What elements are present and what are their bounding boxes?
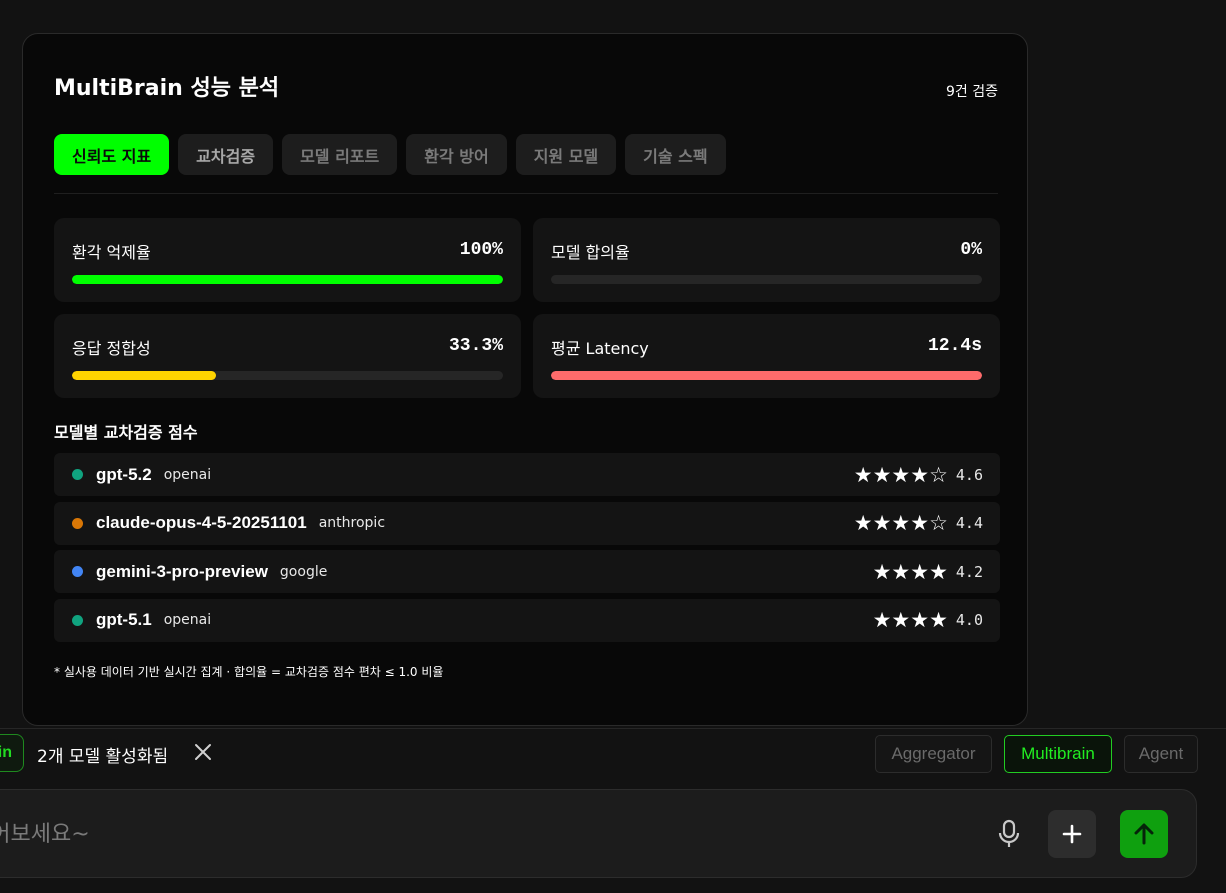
performance-panel: MultiBrain 성능 분석 9건 검증 신뢰도 지표 교차검증 모델 리포… [22, 33, 1028, 726]
metric-value: 100% [459, 240, 503, 260]
metric-card: 응답 정합성 33.3% [54, 314, 521, 398]
model-row: claude-opus-4-5-20251101 anthropic ★★★★☆… [54, 501, 1000, 545]
metric-bar-track [551, 275, 982, 284]
vendor-dot-icon [72, 566, 83, 577]
metric-value: 0% [960, 240, 982, 260]
panel-title: MultiBrain 성능 분석 [54, 76, 280, 101]
chat-composer [0, 789, 1197, 878]
plus-icon[interactable] [1048, 810, 1096, 858]
star-rating-icon: ★★★★ [872, 559, 948, 584]
footnote: * 실사용 데이터 기반 실시간 집계 · 합의율 = 교차검증 점수 편차 ≤… [54, 665, 444, 679]
vendor-dot-icon [72, 517, 83, 529]
metric-card: 모델 합의율 0% [533, 218, 1000, 302]
mode-multibrain-button[interactable]: Multibrain [1004, 735, 1112, 773]
mode-aggregator-button[interactable]: Aggregator [875, 735, 992, 773]
score-value: 4.2 [955, 562, 983, 581]
model-row: gpt-5.1 openai ★★★★ 4.0 [54, 598, 1000, 642]
model-name: gemini-3-pro-preview [96, 561, 268, 581]
metric-bar-track [72, 371, 503, 380]
metric-card: 평균 Latency 12.4s [533, 314, 1000, 398]
metric-bar-track [551, 371, 982, 380]
tab-model-report[interactable]: 모델 리포트 [282, 134, 398, 175]
model-name: gpt-5.1 [96, 610, 152, 629]
star-rating-icon: ★★★★ [872, 608, 948, 632]
tab-supported-models[interactable]: 지원 모델 [515, 134, 617, 175]
model-score: ★★★★ 4.0 [873, 599, 983, 642]
metric-label: 모델 합의율 [551, 243, 630, 262]
model-name: gpt-5.2 [96, 464, 152, 484]
bottom-divider [0, 728, 1226, 729]
close-icon[interactable] [193, 740, 213, 764]
tab-reliability[interactable]: 신뢰도 지표 [54, 134, 170, 175]
metric-bar-fill [551, 371, 982, 380]
tabs-divider [54, 193, 998, 194]
model-vendor: google [279, 563, 328, 580]
metric-label: 환각 억제율 [72, 243, 151, 262]
model-score: ★★★★☆ 4.4 [854, 502, 983, 545]
metric-bar-fill [72, 371, 216, 380]
model-score-list: gpt-5.2 openai ★★★★☆ 4.6 claude-opus-4-5… [54, 453, 1000, 647]
metric-value: 12.4s [927, 336, 982, 356]
model-name: claude-opus-4-5-20251101 [96, 513, 307, 532]
model-vendor: openai [163, 612, 212, 628]
score-value: 4.6 [955, 465, 983, 484]
models-section-title: 모델별 교차검증 점수 [54, 423, 198, 442]
metric-label: 응답 정합성 [72, 339, 151, 358]
model-row: gemini-3-pro-preview google ★★★★ 4.2 [54, 550, 1000, 593]
model-vendor: anthropic [318, 515, 386, 531]
verification-count: 9건 검증 [946, 84, 998, 100]
model-row: gpt-5.2 openai ★★★★☆ 4.6 [54, 453, 1000, 496]
metric-bar-fill [72, 275, 503, 284]
vendor-dot-icon [72, 614, 83, 626]
tab-cross-validation[interactable]: 교차검증 [178, 134, 274, 175]
metric-card: 환각 억제율 100% [54, 218, 521, 302]
chat-input[interactable] [0, 812, 871, 856]
active-models-status: 2개 모델 활성화됨 [37, 747, 169, 767]
microphone-icon[interactable] [991, 814, 1027, 854]
score-value: 4.4 [955, 514, 983, 532]
model-score: ★★★★ 4.2 [873, 550, 983, 593]
arrow-up-icon[interactable] [1120, 810, 1168, 858]
metric-label: 평균 Latency [551, 339, 649, 358]
tab-hallucination-defense[interactable]: 환각 방어 [406, 134, 507, 175]
metric-value: 33.3% [448, 336, 503, 356]
score-value: 4.0 [955, 611, 983, 629]
star-rating-icon: ★★★★☆ [853, 511, 948, 535]
star-rating-icon: ★★★★☆ [853, 462, 948, 487]
panel-tabs: 신뢰도 지표 교차검증 모델 리포트 환각 방어 지원 모델 기술 스펙 [54, 134, 726, 175]
mode-agent-button[interactable]: Agent [1124, 735, 1198, 773]
vendor-dot-icon [72, 469, 83, 480]
multibrain-chip[interactable]: in [0, 734, 24, 772]
tab-tech-spec[interactable]: 기술 스펙 [625, 134, 726, 175]
model-score: ★★★★☆ 4.6 [854, 453, 983, 496]
metric-bar-track [72, 275, 503, 284]
model-vendor: openai [163, 466, 212, 483]
